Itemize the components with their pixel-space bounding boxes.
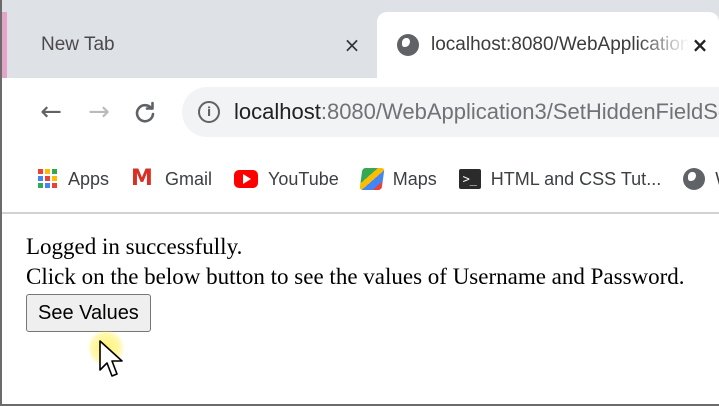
success-message: Logged in successfully. — [26, 234, 243, 259]
mouse-pointer-icon — [99, 340, 123, 377]
info-icon[interactable]: i — [198, 101, 220, 123]
terminal-icon: >_ — [458, 169, 481, 189]
gmail-icon: M — [131, 166, 153, 191]
tab-new-tab[interactable]: New Tab × — [7, 12, 377, 78]
apps-grid-icon — [38, 169, 58, 189]
tab-strip: New Tab × localhost:8080/WebApplication3… — [2, 0, 719, 78]
close-icon[interactable]: × — [689, 33, 711, 57]
bookmark-label: HTML and CSS Tut... — [490, 168, 662, 189]
globe-icon — [397, 34, 419, 56]
tab-title: localhost:8080/WebApplication3/SetHidden… — [431, 34, 689, 55]
bookmarks-bar: Apps M Gmail YouTube Maps >_ HTML and CS… — [2, 146, 719, 214]
reload-icon-graphic — [135, 101, 155, 123]
maps-icon — [359, 168, 385, 190]
tab-active-localhost[interactable]: localhost:8080/WebApplication3/SetHidden… — [377, 12, 719, 78]
tab-title: New Tab — [41, 34, 115, 55]
close-icon[interactable]: × — [341, 33, 363, 57]
back-arrow-icon[interactable]: ← — [36, 97, 66, 127]
reload-icon[interactable] — [130, 97, 160, 127]
instruction-text: Click on the below button to see the val… — [26, 264, 685, 289]
bookmark-youtube[interactable]: YouTube — [234, 169, 339, 190]
bookmark-label: Maps — [392, 168, 437, 189]
bookmark-globe[interactable]: W — [683, 168, 719, 190]
see-values-button[interactable]: See Values — [26, 294, 151, 332]
bookmark-label: YouTube — [268, 168, 339, 189]
navigation-toolbar: ← → i localhost:8080/WebApplication3/Set… — [2, 78, 719, 146]
globe-icon — [683, 168, 706, 190]
address-bar[interactable]: i localhost:8080/WebApplication3/SetHidd… — [182, 87, 719, 137]
bookmark-label: Apps — [68, 168, 110, 189]
bookmark-html-css-tutorial[interactable]: >_ HTML and CSS Tut... — [458, 168, 662, 190]
page-content: Logged in successfully. Click on the bel… — [26, 232, 685, 332]
bookmark-gmail[interactable]: M Gmail — [131, 166, 213, 191]
url-path: :8080/WebApplication3/SetHiddenFieldServ… — [320, 99, 719, 124]
bookmark-maps[interactable]: Maps — [359, 168, 437, 190]
url-host: localhost — [234, 99, 321, 124]
browser-window: New Tab × localhost:8080/WebApplication3… — [0, 0, 719, 406]
youtube-icon — [234, 170, 259, 188]
bookmark-label: Gmail — [165, 168, 213, 189]
forward-arrow-icon[interactable]: → — [84, 97, 114, 127]
bookmark-apps[interactable]: Apps — [38, 169, 109, 190]
bookmark-label: W — [715, 169, 719, 190]
